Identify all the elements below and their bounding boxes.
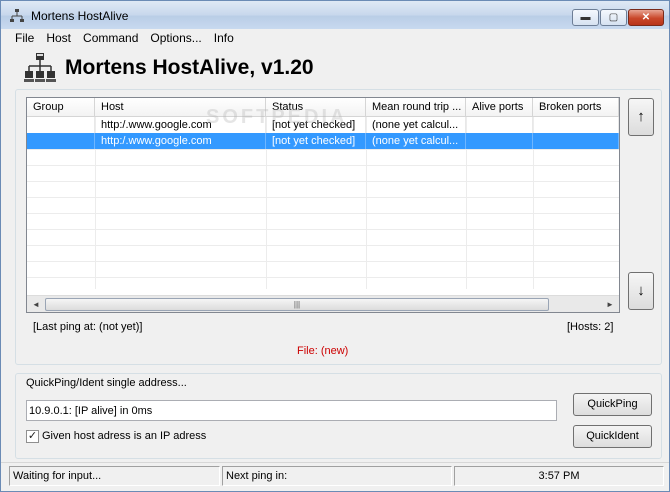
minimize-button[interactable]: ▬ bbox=[572, 9, 599, 26]
quickping-address-input[interactable] bbox=[26, 400, 557, 421]
menu-bar: File Host Command Options... Info bbox=[1, 29, 669, 47]
cell-alive-ports bbox=[466, 133, 533, 149]
status-clock: 3:57 PM bbox=[454, 466, 664, 486]
cell-mean-round-trip: (none yet calcul... bbox=[366, 117, 466, 133]
cell-broken-ports bbox=[533, 133, 619, 149]
quickident-button[interactable]: QuickIdent bbox=[573, 425, 652, 448]
row-gridline bbox=[27, 181, 619, 182]
cell-broken-ports bbox=[533, 117, 619, 133]
scroll-right-arrow-icon[interactable]: ► bbox=[603, 298, 617, 311]
hosts-count-label: [Hosts: 2] bbox=[567, 321, 614, 333]
horizontal-scrollbar[interactable]: ◄ ||| ► bbox=[27, 295, 619, 312]
status-next-ping: Next ping in: bbox=[222, 466, 452, 486]
row-gridline bbox=[27, 277, 619, 278]
row-gridline bbox=[27, 165, 619, 166]
cell-status: [not yet checked] bbox=[266, 117, 366, 133]
cell-group bbox=[27, 117, 95, 133]
row-gridline bbox=[27, 229, 619, 230]
window-title: Mortens HostAlive bbox=[31, 9, 129, 23]
ip-address-checkbox[interactable]: ✓ bbox=[26, 430, 39, 443]
network-hosts-icon bbox=[10, 9, 24, 22]
cell-status: [not yet checked] bbox=[266, 133, 366, 149]
row-gridline bbox=[27, 149, 619, 150]
status-state: Waiting for input... bbox=[9, 466, 220, 486]
table-header: Group Host Status Mean round trip ... Al… bbox=[27, 98, 619, 117]
status-bar: Waiting for input... Next ping in: 3:57 … bbox=[1, 462, 669, 491]
column-header-alive-ports[interactable]: Alive ports bbox=[466, 98, 533, 117]
row-gridline bbox=[27, 261, 619, 262]
column-header-broken-ports[interactable]: Broken ports bbox=[533, 98, 619, 117]
move-down-button[interactable]: ↓ bbox=[628, 272, 654, 310]
scroll-left-arrow-icon[interactable]: ◄ bbox=[29, 298, 43, 311]
menu-host[interactable]: Host bbox=[40, 29, 77, 47]
scroll-grip-icon: ||| bbox=[293, 300, 301, 309]
column-header-status[interactable]: Status bbox=[266, 98, 366, 117]
menu-command[interactable]: Command bbox=[77, 29, 144, 47]
cell-alive-ports bbox=[466, 117, 533, 133]
cell-mean-round-trip: (none yet calcul... bbox=[366, 133, 466, 149]
column-header-mean-round-trip[interactable]: Mean round trip ... bbox=[366, 98, 466, 117]
cell-group bbox=[27, 133, 95, 149]
arrow-up-icon: ↑ bbox=[637, 108, 645, 125]
table-row[interactable]: http:/.www.google.com [not yet checked] … bbox=[27, 117, 619, 133]
quickping-group-label: QuickPing/Ident single address... bbox=[26, 377, 187, 389]
app-heading: Mortens HostAlive, v1.20 bbox=[65, 56, 314, 79]
minimize-icon: ▬ bbox=[580, 12, 591, 23]
row-gridline bbox=[27, 213, 619, 214]
cell-host: http:/.www.google.com bbox=[95, 133, 266, 149]
maximize-button[interactable]: ▢ bbox=[600, 9, 627, 26]
checkmark-icon: ✓ bbox=[27, 430, 38, 442]
network-hosts-logo-icon bbox=[24, 53, 56, 82]
arrow-down-icon: ↓ bbox=[637, 282, 645, 299]
ip-address-checkbox-label[interactable]: Given host adress is an IP adress bbox=[42, 430, 206, 442]
cell-host: http:/.www.google.com bbox=[95, 117, 266, 133]
menu-file[interactable]: File bbox=[9, 29, 40, 47]
title-bar[interactable]: Mortens HostAlive ▬ ▢ ✕ bbox=[1, 1, 669, 31]
column-header-host[interactable]: Host bbox=[95, 98, 266, 117]
menu-options[interactable]: Options... bbox=[144, 29, 207, 47]
app-window: Mortens HostAlive ▬ ▢ ✕ File Host Comman… bbox=[0, 0, 670, 492]
move-up-button[interactable]: ↑ bbox=[628, 98, 654, 136]
column-header-group[interactable]: Group bbox=[27, 98, 95, 117]
row-gridline bbox=[27, 197, 619, 198]
file-status-label: File: (new) bbox=[297, 345, 349, 357]
row-gridline bbox=[27, 245, 619, 246]
close-icon: ✕ bbox=[641, 12, 651, 23]
scroll-thumb[interactable]: ||| bbox=[45, 298, 549, 311]
menu-info[interactable]: Info bbox=[208, 29, 240, 47]
close-button[interactable]: ✕ bbox=[628, 9, 664, 26]
maximize-icon: ▢ bbox=[608, 12, 619, 23]
hosts-table[interactable]: Group Host Status Mean round trip ... Al… bbox=[26, 97, 620, 313]
quickping-button[interactable]: QuickPing bbox=[573, 393, 652, 416]
table-row-selected[interactable]: http:/.www.google.com [not yet checked] … bbox=[27, 133, 619, 149]
last-ping-label: [Last ping at: (not yet)] bbox=[33, 321, 143, 333]
